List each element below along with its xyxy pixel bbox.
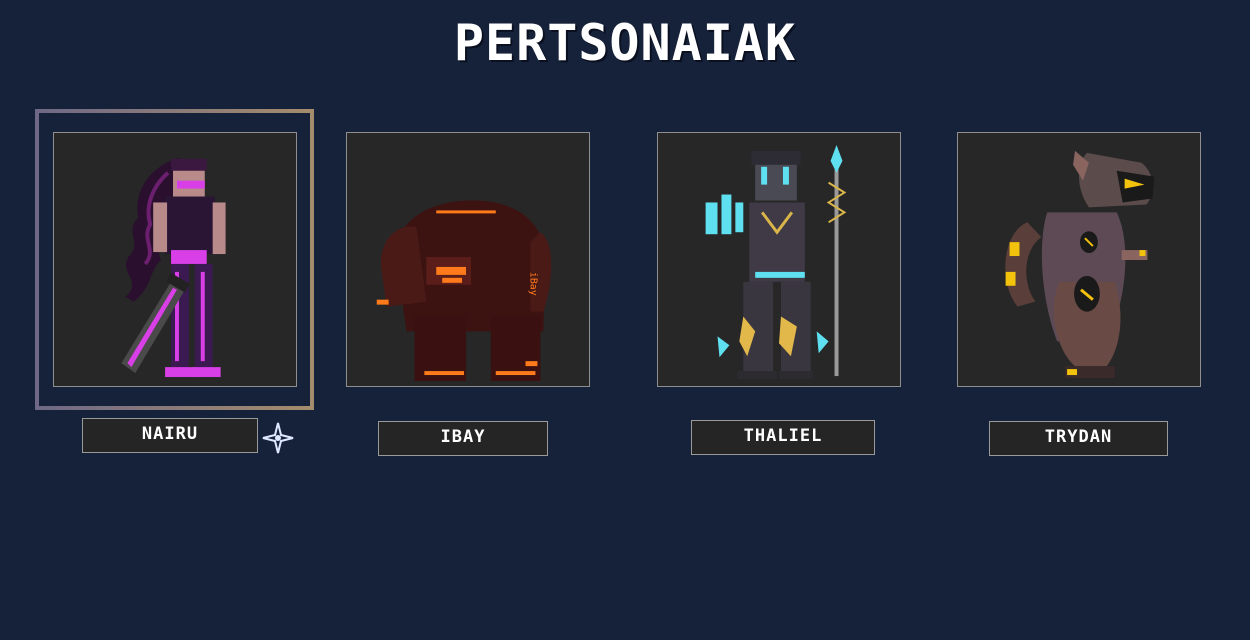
character-name-trydan[interactable]: TRYDAN xyxy=(989,421,1168,456)
character-name-nairu[interactable]: NAIRU xyxy=(82,418,258,453)
character-card-nairu[interactable] xyxy=(53,132,297,387)
character-name-ibay[interactable]: IBAY xyxy=(378,421,548,456)
trydan-sprite xyxy=(1005,150,1155,379)
sparkle-icon xyxy=(262,422,294,454)
ibay-sprite: iBay xyxy=(376,200,552,381)
character-card-ibay[interactable]: iBay xyxy=(346,132,590,387)
nairu-sprite xyxy=(121,157,226,378)
character-card-thaliel[interactable] xyxy=(657,132,901,387)
page-title: PERTSONAIAK xyxy=(453,14,797,72)
character-card-trydan[interactable] xyxy=(957,132,1201,387)
svg-text:iBay: iBay xyxy=(527,272,538,296)
character-name-thaliel[interactable]: THALIEL xyxy=(691,420,875,455)
thaliel-sprite xyxy=(705,144,847,380)
